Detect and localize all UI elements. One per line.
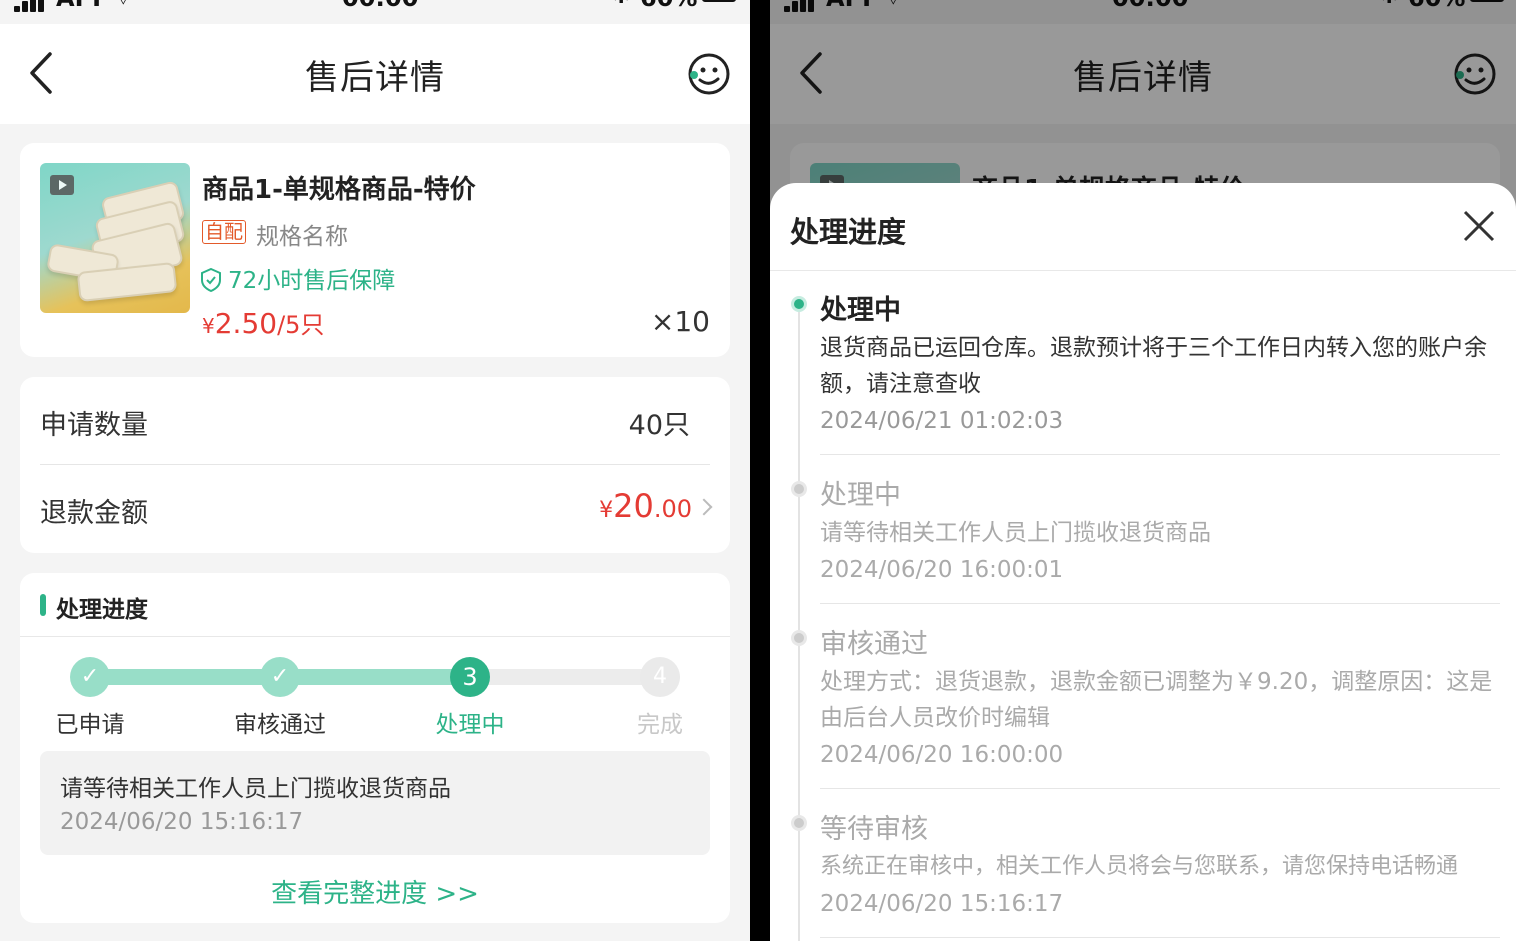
timeline-desc: 请等待相关工作人员上门揽收退货商品	[820, 520, 1211, 546]
guarantee-badge: 72小时售后保障	[200, 261, 395, 295]
guarantee-text: 72小时售后保障	[228, 268, 396, 294]
timeline-desc: 退货商品已运回仓库。退款预计将于三个工作日内转入您的账户余额，请注意查收	[820, 335, 1487, 397]
video-play-icon[interactable]	[50, 175, 74, 195]
step-3-label: 处理中	[435, 712, 505, 738]
apply-quantity-label: 申请数量	[40, 410, 148, 441]
carrier-label: APP	[56, 0, 110, 12]
refund-amount-label: 退款金额	[40, 498, 148, 529]
timeline-time: 2024/06/21 01:02:03	[820, 408, 1064, 434]
product-card[interactable]: 商品1-单规格商品-特价 自配 规格名称 72小时售后保障 ¥2.50/5只 ×…	[20, 143, 730, 357]
customer-service-icon[interactable]	[686, 51, 732, 97]
step-1-label: 已申请	[55, 712, 125, 738]
sheet-title: 处理进度	[790, 215, 907, 249]
timeline-dot	[791, 630, 807, 646]
shield-check-icon	[201, 268, 221, 292]
timeline-desc: 处理方式：退货退款，退款金额已调整为￥9.20，调整原因：这是由后台人员改价时编…	[820, 669, 1493, 731]
timeline-time: 2024/06/20 16:00:00	[820, 742, 1064, 768]
section-accent-bar	[40, 594, 46, 616]
after-sale-detail-screen: APP ⌔ 00:00 ✱ 60% 售后详情 商品1-单规格商品-特价 自配 规…	[0, 0, 750, 941]
progress-section-title: 处理进度	[56, 597, 148, 623]
step-3-icon: 3	[450, 657, 490, 697]
apply-quantity-row: 申请数量 40只	[40, 377, 710, 465]
price-unit: /5只	[277, 311, 325, 339]
self-delivery-tag: 自配	[202, 220, 247, 244]
product-spec: 规格名称	[256, 224, 348, 250]
timeline-status: 等待审核	[820, 814, 928, 845]
progress-bottom-sheet: 处理进度 处理中 退货商品已运回仓库。退款预计将于三个工作日内转入您的账户余额，…	[770, 183, 1516, 941]
bluetooth-icon: ✱	[612, 0, 630, 9]
step-4-label: 完成	[637, 712, 683, 738]
refund-amount-row[interactable]: 退款金额 ¥20.00	[40, 465, 713, 553]
view-full-progress-link[interactable]: 查看完整进度 >>	[20, 873, 730, 910]
product-price: ¥2.50/5只	[202, 305, 324, 340]
timeline-line	[798, 303, 800, 941]
price-value: 2.50	[214, 307, 278, 340]
price-symbol: ¥	[202, 314, 215, 338]
timeline-dot	[791, 296, 807, 312]
nav-bar: 售后详情	[0, 24, 750, 124]
refund-integer: 20	[613, 487, 654, 525]
timeline-separator	[820, 603, 1500, 604]
timeline-status: 处理中	[820, 480, 901, 511]
apply-quantity-value: 40只	[628, 410, 690, 441]
progress-card: 处理进度 ✓ ✓ 3 4 已申请 审核通过 处理中 完成 请等待相关工作人员上门…	[20, 573, 730, 923]
note-time: 2024/06/20 15:16:17	[60, 809, 304, 835]
timeline-status: 审核通过	[820, 629, 928, 660]
progress-track	[90, 669, 680, 685]
step-1-icon: ✓	[70, 657, 110, 697]
refund-info-card: 申请数量 40只 退款金额 ¥20.00	[20, 377, 730, 553]
step-2-label: 审核通过	[234, 712, 326, 738]
refund-amount-value[interactable]: ¥20.00	[599, 487, 713, 525]
refund-decimal: .00	[653, 495, 692, 523]
step-4-icon: 4	[640, 657, 680, 697]
battery-percent: 60%	[640, 0, 697, 12]
timeline-time: 2024/06/20 15:16:17	[820, 891, 1064, 917]
timeline-separator	[820, 788, 1500, 789]
refund-symbol: ¥	[599, 498, 614, 523]
note-text: 请等待相关工作人员上门揽收退货商品	[60, 776, 451, 802]
status-bar: APP ⌔ 00:00 ✱ 60%	[0, 0, 750, 12]
chevron-right-icon	[695, 498, 713, 516]
close-icon[interactable]	[1462, 209, 1496, 243]
timeline-desc: 系统正在审核中，相关工作人员将会与您联系，请您保持电话畅通	[820, 854, 1459, 879]
clock: 00:00	[342, 0, 418, 12]
timeline-separator	[820, 937, 1500, 938]
signal-icon	[14, 0, 48, 12]
product-quantity: ×10	[650, 305, 710, 338]
progress-section-header: 处理进度	[20, 573, 730, 637]
step-2-icon: ✓	[260, 657, 300, 697]
timeline-dot	[791, 815, 807, 831]
timeline-separator	[820, 454, 1500, 455]
progress-sheet-screen: APP ⌔ 00:00 ✱ 60% 售后详情 商品1-单规格商品-特价 处理进度	[770, 0, 1516, 941]
timeline-time: 2024/06/20 16:00:01	[820, 557, 1064, 583]
wifi-icon: ⌔	[112, 0, 135, 12]
product-name: 商品1-单规格商品-特价	[202, 175, 476, 205]
page-title: 售后详情	[305, 58, 445, 98]
timeline-status: 处理中	[820, 295, 901, 326]
latest-progress-note: 请等待相关工作人员上门揽收退货商品 2024/06/20 15:16:17	[40, 751, 710, 855]
sheet-header: 处理进度	[770, 183, 1516, 271]
product-image[interactable]	[40, 163, 190, 313]
battery-icon	[702, 0, 736, 2]
timeline-dot	[791, 481, 807, 497]
